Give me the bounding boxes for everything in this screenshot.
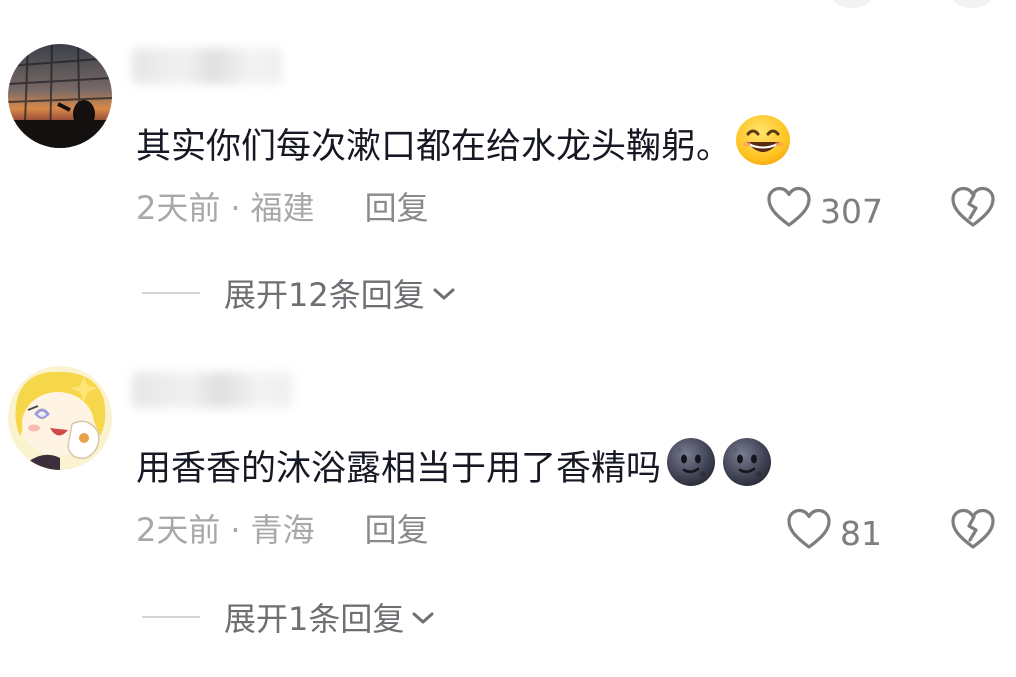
dislike-button[interactable] [950, 186, 996, 232]
comment-time: 2天前 [136, 511, 221, 549]
top-partial-button [830, 0, 874, 8]
comment-text: 其实你们每次漱口都在给水龙头鞠躬。 [136, 114, 791, 179]
meta-separator: · [230, 511, 241, 549]
meta-separator: · [230, 189, 241, 227]
dislike-button[interactable] [950, 508, 996, 554]
reply-button[interactable]: 回复 [365, 510, 429, 550]
comment-meta: 2天前 · 福建 回复 [136, 188, 429, 228]
username-blurred[interactable] [132, 48, 282, 84]
top-partial-button [950, 0, 994, 8]
comment-time: 2天前 [136, 189, 221, 227]
heart-icon [786, 508, 832, 558]
divider-line [142, 616, 200, 618]
cartoon-girl-avatar-image [8, 366, 112, 470]
new-moon-face-icon [665, 436, 717, 501]
chevron-down-icon [410, 598, 436, 636]
new-moon-face-icon [721, 436, 773, 501]
avatar[interactable] [8, 366, 112, 470]
comment-text: 用香香的沐浴露相当于用了香精吗 [136, 436, 773, 501]
comment-location: 福建 [250, 189, 315, 227]
expand-replies-label: 展开12条回复 [224, 276, 425, 314]
like-count: 81 [840, 513, 882, 553]
like-button[interactable]: 81 [786, 508, 882, 558]
heart-icon [766, 186, 812, 236]
avatar[interactable] [8, 44, 112, 148]
reply-button[interactable]: 回复 [365, 188, 429, 228]
sunset-window-avatar-image [8, 44, 112, 148]
broken-heart-icon [950, 186, 996, 232]
username-blurred[interactable] [132, 372, 292, 408]
comment-location: 青海 [250, 511, 315, 549]
like-count: 307 [820, 191, 883, 231]
comment-meta: 2天前 · 青海 回复 [136, 510, 429, 550]
grinning-face-icon [735, 114, 791, 179]
expand-replies-label: 展开1条回复 [224, 600, 405, 638]
comment-text-content: 其实你们每次漱口都在给水龙头鞠躬。 [136, 126, 732, 167]
like-button[interactable]: 307 [766, 186, 883, 236]
divider-line [142, 292, 200, 294]
expand-replies-button[interactable]: 展开12条回复 [142, 270, 457, 316]
expand-replies-button[interactable]: 展开1条回复 [142, 594, 436, 640]
comment-text-content: 用香香的沐浴露相当于用了香精吗 [136, 448, 662, 489]
chevron-down-icon [431, 274, 457, 312]
broken-heart-icon [950, 508, 996, 554]
